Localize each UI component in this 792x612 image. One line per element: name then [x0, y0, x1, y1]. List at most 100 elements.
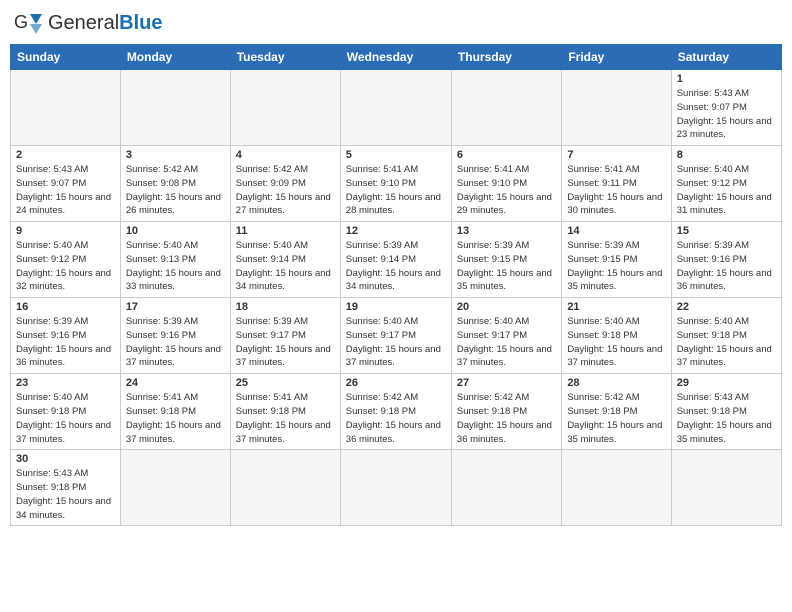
day-cell: 9Sunrise: 5:40 AM Sunset: 9:12 PM Daylig… [11, 222, 121, 298]
day-cell: 3 Sunrise: 5:42 AM Sunset: 9:08 PM Daylig… [120, 146, 230, 222]
day-cell [671, 450, 781, 526]
weekday-tuesday: Tuesday [230, 45, 340, 70]
day-info: Sunrise: 5:40 AM Sunset: 9:18 PM Dayligh… [16, 391, 115, 446]
logo-text: GeneralBlue [48, 12, 163, 35]
header: G GeneralBlue [10, 10, 782, 36]
day-info: Sunrise: 5:41 AM Sunset: 9:18 PM Dayligh… [236, 391, 335, 446]
day-number: 23 [16, 377, 115, 389]
day-cell [230, 70, 340, 146]
day-cell [120, 70, 230, 146]
day-cell: 27 Sunrise: 5:42 AM Sunset: 9:18 PM Dayli… [451, 374, 561, 450]
day-info: Sunrise: 5:42 AM Sunset: 9:09 PM Dayligh… [236, 163, 335, 218]
day-number: 3 [126, 149, 225, 161]
weekday-thursday: Thursday [451, 45, 561, 70]
weekday-friday: Friday [562, 45, 671, 70]
day-cell [340, 450, 451, 526]
day-number: 28 [567, 377, 665, 389]
day-cell: 16 Sunrise: 5:39 AM Sunset: 9:16 PM Dayli… [11, 298, 121, 374]
day-info: Sunrise: 5:40 AM Sunset: 9:18 PM Dayligh… [677, 315, 776, 370]
day-number: 8 [677, 149, 776, 161]
day-info: Sunrise: 5:41 AM Sunset: 9:10 PM Dayligh… [346, 163, 446, 218]
weekday-sunday: Sunday [11, 45, 121, 70]
day-number: 11 [236, 225, 335, 237]
day-cell [451, 450, 561, 526]
day-info: Sunrise: 5:41 AM Sunset: 9:10 PM Dayligh… [457, 163, 556, 218]
day-info: Sunrise: 5:42 AM Sunset: 9:18 PM Dayligh… [457, 391, 556, 446]
day-number: 22 [677, 301, 776, 313]
day-number: 26 [346, 377, 446, 389]
weekday-wednesday: Wednesday [340, 45, 451, 70]
weekday-saturday: Saturday [671, 45, 781, 70]
day-number: 7 [567, 149, 665, 161]
day-info: Sunrise: 5:39 AM Sunset: 9:16 PM Dayligh… [16, 315, 115, 370]
day-info: Sunrise: 5:40 AM Sunset: 9:17 PM Dayligh… [346, 315, 446, 370]
week-row-5: 23 Sunrise: 5:40 AM Sunset: 9:18 PM Dayli… [11, 374, 782, 450]
day-cell: 25 Sunrise: 5:41 AM Sunset: 9:18 PM Dayli… [230, 374, 340, 450]
day-info: Sunrise: 5:41 AM Sunset: 9:18 PM Dayligh… [126, 391, 225, 446]
day-number: 1 [677, 73, 776, 85]
day-info: Sunrise: 5:42 AM Sunset: 9:08 PM Dayligh… [126, 163, 225, 218]
day-number: 25 [236, 377, 335, 389]
calendar: SundayMondayTuesdayWednesdayThursdayFrid… [10, 44, 782, 526]
day-cell: 13 Sunrise: 5:39 AM Sunset: 9:15 PM Dayli… [451, 222, 561, 298]
day-cell: 15 Sunrise: 5:39 AM Sunset: 9:16 PM Dayli… [671, 222, 781, 298]
day-info: Sunrise: 5:40 AM Sunset: 9:18 PM Dayligh… [567, 315, 665, 370]
day-number: 4 [236, 149, 335, 161]
day-info: Sunrise: 5:39 AM Sunset: 9:15 PM Dayligh… [457, 239, 556, 294]
logo: G GeneralBlue [14, 10, 163, 36]
svg-text:G: G [14, 12, 28, 32]
day-cell: 12Sunrise: 5:39 AM Sunset: 9:14 PM Dayli… [340, 222, 451, 298]
day-number: 19 [346, 301, 446, 313]
day-number: 17 [126, 301, 225, 313]
day-cell: 26 Sunrise: 5:42 AM Sunset: 9:18 PM Dayli… [340, 374, 451, 450]
day-info: Sunrise: 5:39 AM Sunset: 9:16 PM Dayligh… [126, 315, 225, 370]
day-info: Sunrise: 5:43 AM Sunset: 9:18 PM Dayligh… [677, 391, 776, 446]
day-info: Sunrise: 5:43 AM Sunset: 9:07 PM Dayligh… [16, 163, 115, 218]
day-number: 20 [457, 301, 556, 313]
day-cell: 14Sunrise: 5:39 AM Sunset: 9:15 PM Dayli… [562, 222, 671, 298]
day-number: 27 [457, 377, 556, 389]
day-info: Sunrise: 5:40 AM Sunset: 9:17 PM Dayligh… [457, 315, 556, 370]
week-row-2: 2 Sunrise: 5:43 AM Sunset: 9:07 PM Daylig… [11, 146, 782, 222]
day-info: Sunrise: 5:43 AM Sunset: 9:18 PM Dayligh… [16, 467, 115, 522]
day-info: Sunrise: 5:40 AM Sunset: 9:14 PM Dayligh… [236, 239, 335, 294]
day-info: Sunrise: 5:40 AM Sunset: 9:12 PM Dayligh… [677, 163, 776, 218]
day-info: Sunrise: 5:42 AM Sunset: 9:18 PM Dayligh… [346, 391, 446, 446]
day-info: Sunrise: 5:40 AM Sunset: 9:13 PM Dayligh… [126, 239, 225, 294]
day-number: 9 [16, 225, 115, 237]
day-cell [562, 70, 671, 146]
day-number: 6 [457, 149, 556, 161]
day-cell [11, 70, 121, 146]
day-number: 5 [346, 149, 446, 161]
day-info: Sunrise: 5:39 AM Sunset: 9:15 PM Dayligh… [567, 239, 665, 294]
day-cell: 19 Sunrise: 5:40 AM Sunset: 9:17 PM Dayli… [340, 298, 451, 374]
day-cell: 22 Sunrise: 5:40 AM Sunset: 9:18 PM Dayli… [671, 298, 781, 374]
day-cell: 18Sunrise: 5:39 AM Sunset: 9:17 PM Dayli… [230, 298, 340, 374]
day-info: Sunrise: 5:39 AM Sunset: 9:17 PM Dayligh… [236, 315, 335, 370]
day-info: Sunrise: 5:41 AM Sunset: 9:11 PM Dayligh… [567, 163, 665, 218]
day-cell: 10 Sunrise: 5:40 AM Sunset: 9:13 PM Dayli… [120, 222, 230, 298]
day-number: 16 [16, 301, 115, 313]
day-cell: 17 Sunrise: 5:39 AM Sunset: 9:16 PM Dayli… [120, 298, 230, 374]
day-cell [230, 450, 340, 526]
day-cell: 21 Sunrise: 5:40 AM Sunset: 9:18 PM Dayli… [562, 298, 671, 374]
day-cell: 30Sunrise: 5:43 AM Sunset: 9:18 PM Dayli… [11, 450, 121, 526]
day-cell: 1Sunrise: 5:43 AM Sunset: 9:07 PM Daylig… [671, 70, 781, 146]
week-row-3: 9Sunrise: 5:40 AM Sunset: 9:12 PM Daylig… [11, 222, 782, 298]
day-cell: 2 Sunrise: 5:43 AM Sunset: 9:07 PM Daylig… [11, 146, 121, 222]
day-cell: 6 Sunrise: 5:41 AM Sunset: 9:10 PM Daylig… [451, 146, 561, 222]
day-cell [562, 450, 671, 526]
day-number: 15 [677, 225, 776, 237]
day-cell: 29Sunrise: 5:43 AM Sunset: 9:18 PM Dayli… [671, 374, 781, 450]
day-info: Sunrise: 5:39 AM Sunset: 9:16 PM Dayligh… [677, 239, 776, 294]
week-row-1: 1Sunrise: 5:43 AM Sunset: 9:07 PM Daylig… [11, 70, 782, 146]
day-cell [451, 70, 561, 146]
day-number: 13 [457, 225, 556, 237]
day-cell: 11 Sunrise: 5:40 AM Sunset: 9:14 PM Dayli… [230, 222, 340, 298]
day-cell: 28Sunrise: 5:42 AM Sunset: 9:18 PM Dayli… [562, 374, 671, 450]
day-number: 21 [567, 301, 665, 313]
day-number: 24 [126, 377, 225, 389]
day-number: 2 [16, 149, 115, 161]
day-number: 10 [126, 225, 225, 237]
day-cell: 20 Sunrise: 5:40 AM Sunset: 9:17 PM Dayli… [451, 298, 561, 374]
